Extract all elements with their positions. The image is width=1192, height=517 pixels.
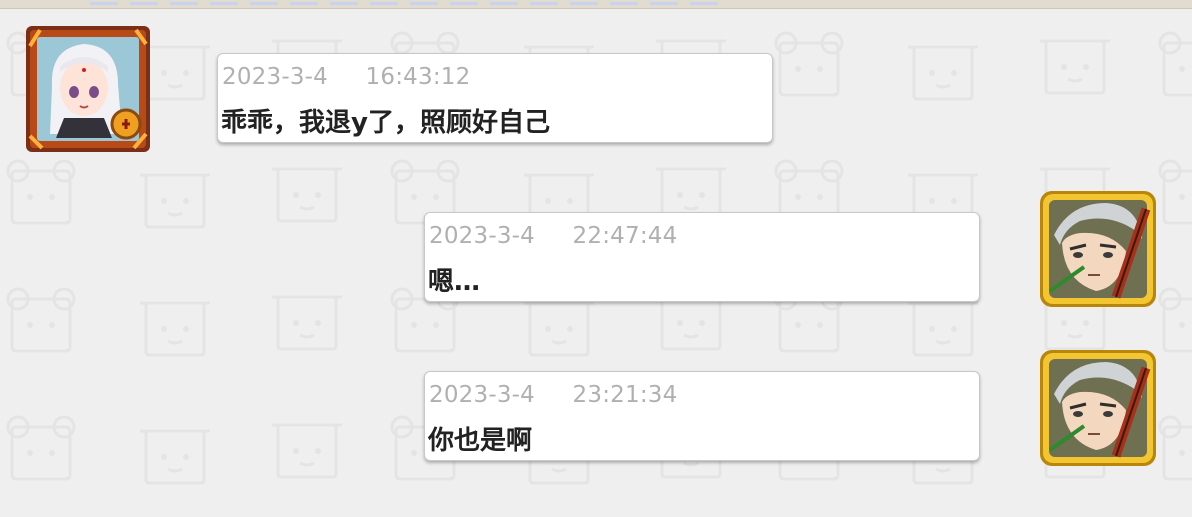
- message-timestamp: 2023-3-4 16:43:12: [222, 64, 471, 90]
- sender-avatar-gray-haired-swordsman[interactable]: [1040, 350, 1156, 466]
- message-bubble-incoming[interactable]: 2023-3-4 16:43:12 乖乖，我退y了，照顾好自己: [217, 53, 773, 143]
- sender-avatar-white-haired-character[interactable]: [26, 26, 150, 152]
- message-timestamp: 2023-3-4 23:21:34: [429, 382, 678, 408]
- message-text: 你也是啊: [428, 426, 533, 456]
- toolbar-accent-strip: [90, 2, 720, 5]
- gray-haired-swordsman-icon: [1040, 191, 1156, 307]
- message-timestamp: 2023-3-4 22:47:44: [429, 223, 678, 249]
- sender-avatar-gray-haired-swordsman[interactable]: [1040, 191, 1156, 307]
- white-haired-character-icon: [26, 26, 150, 152]
- message-text: 乖乖，我退y了，照顾好自己: [221, 108, 550, 138]
- message-text: 嗯…: [428, 267, 481, 297]
- top-toolbar-edge: [0, 0, 1192, 9]
- gray-haired-swordsman-icon: [1040, 350, 1156, 466]
- message-bubble-outgoing[interactable]: 2023-3-4 23:21:34 你也是啊: [424, 371, 980, 461]
- message-bubble-outgoing[interactable]: 2023-3-4 22:47:44 嗯…: [424, 212, 980, 302]
